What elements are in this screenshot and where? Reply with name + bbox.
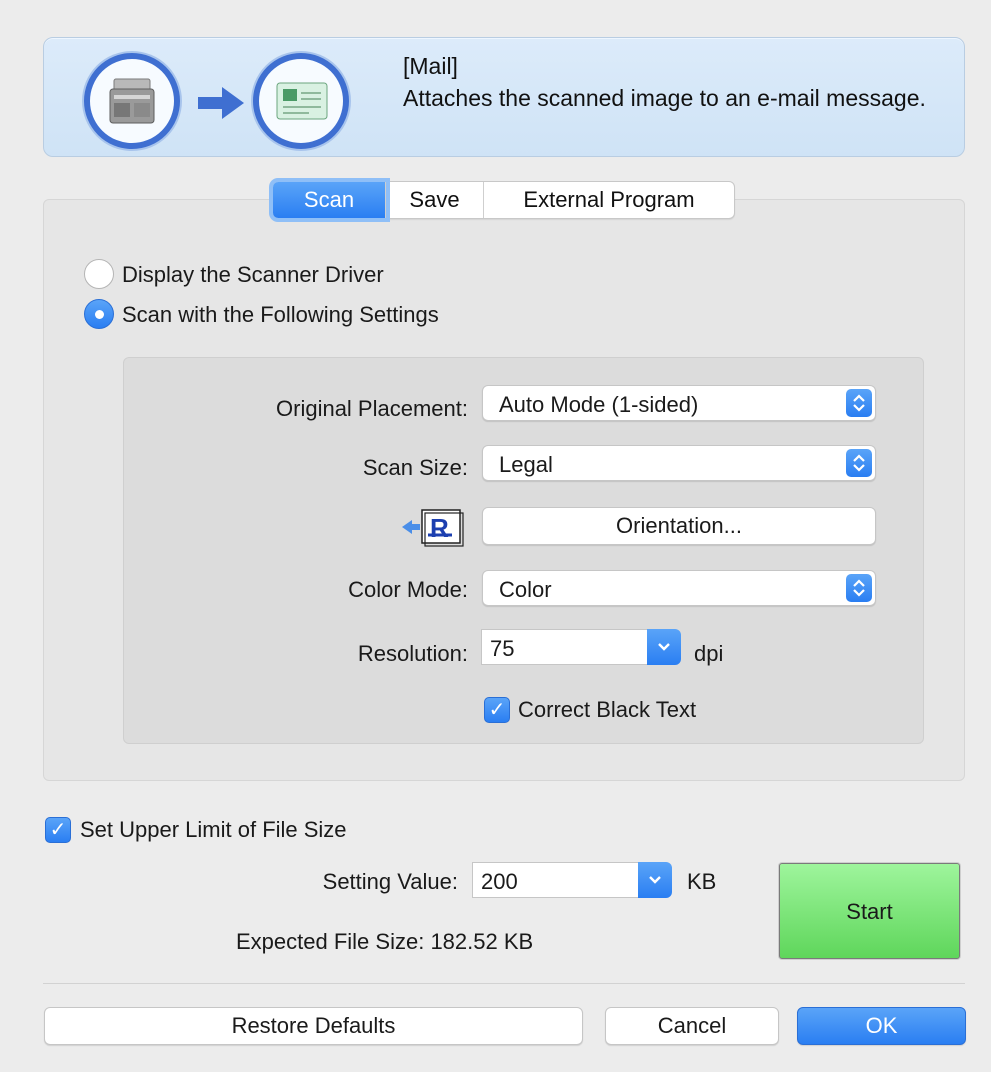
mail-icon <box>253 53 349 149</box>
resolution-input[interactable]: 75 <box>481 629 647 665</box>
tab-external-program[interactable]: External Program <box>484 182 734 218</box>
chevron-down-icon[interactable] <box>638 862 672 898</box>
setting-value-label: Setting Value: <box>322 869 458 894</box>
following-settings-label: Scan with the Following Settings <box>122 302 439 327</box>
radio-display-driver[interactable] <box>84 259 114 289</box>
correct-black-text-label: Correct Black Text <box>518 697 697 722</box>
resolution-combo[interactable]: 75 <box>481 629 681 665</box>
radio-following-settings[interactable] <box>84 299 114 329</box>
setting-value-combo[interactable]: 200 <box>472 862 672 898</box>
scan-size-label: Scan Size: <box>362 455 468 480</box>
svg-text:R: R <box>430 513 449 543</box>
resolution-label: Resolution: <box>357 641 468 666</box>
expected-file-size: Expected File Size: 182.52 KB <box>236 929 533 955</box>
color-mode-select[interactable]: Color <box>482 570 876 606</box>
color-mode-value: Color <box>499 577 552 602</box>
cancel-button[interactable]: Cancel <box>605 1007 779 1045</box>
banner-text: [Mail] Attaches the scanned image to an … <box>403 50 943 114</box>
tab-save[interactable]: Save <box>386 182 484 218</box>
file-size-limit-label: Set Upper Limit of File Size <box>80 817 347 842</box>
divider <box>43 983 965 984</box>
display-driver-label: Display the Scanner Driver <box>122 262 384 287</box>
orientation-button[interactable]: Orientation... <box>482 507 876 545</box>
start-button[interactable]: Start <box>779 863 960 959</box>
ok-button[interactable]: OK <box>797 1007 966 1045</box>
correct-black-text-checkbox[interactable]: ✓ <box>484 697 510 723</box>
scanner-icon <box>84 53 180 149</box>
restore-defaults-button[interactable]: Restore Defaults <box>44 1007 583 1045</box>
setting-value-input[interactable]: 200 <box>472 862 638 898</box>
color-mode-label: Color Mode: <box>348 577 468 602</box>
chevron-updown-icon <box>846 574 872 602</box>
chevron-updown-icon <box>846 389 872 417</box>
chevron-down-icon[interactable] <box>647 629 681 665</box>
expected-file-size-value: 182.52 KB <box>430 929 534 954</box>
mode-title: [Mail] <box>403 53 458 79</box>
original-placement-select[interactable]: Auto Mode (1-sided) <box>482 385 876 421</box>
setting-value-unit: KB <box>687 869 717 894</box>
tab-bar: Scan Save External Program <box>272 181 735 219</box>
expected-file-size-label: Expected File Size: <box>236 929 425 954</box>
chevron-updown-icon <box>846 449 872 477</box>
resolution-unit: dpi <box>694 641 724 666</box>
original-placement-label: Original Placement: <box>276 396 468 421</box>
scan-size-value: Legal <box>499 452 553 477</box>
original-placement-value: Auto Mode (1-sided) <box>499 392 699 417</box>
orientation-icon: R <box>402 509 464 547</box>
arrow-right-icon <box>198 87 244 119</box>
tab-scan[interactable]: Scan <box>273 182 386 218</box>
mode-description: Attaches the scanned image to an e-mail … <box>403 85 926 111</box>
scan-size-select[interactable]: Legal <box>482 445 876 481</box>
file-size-limit-checkbox[interactable]: ✓ <box>45 817 71 843</box>
